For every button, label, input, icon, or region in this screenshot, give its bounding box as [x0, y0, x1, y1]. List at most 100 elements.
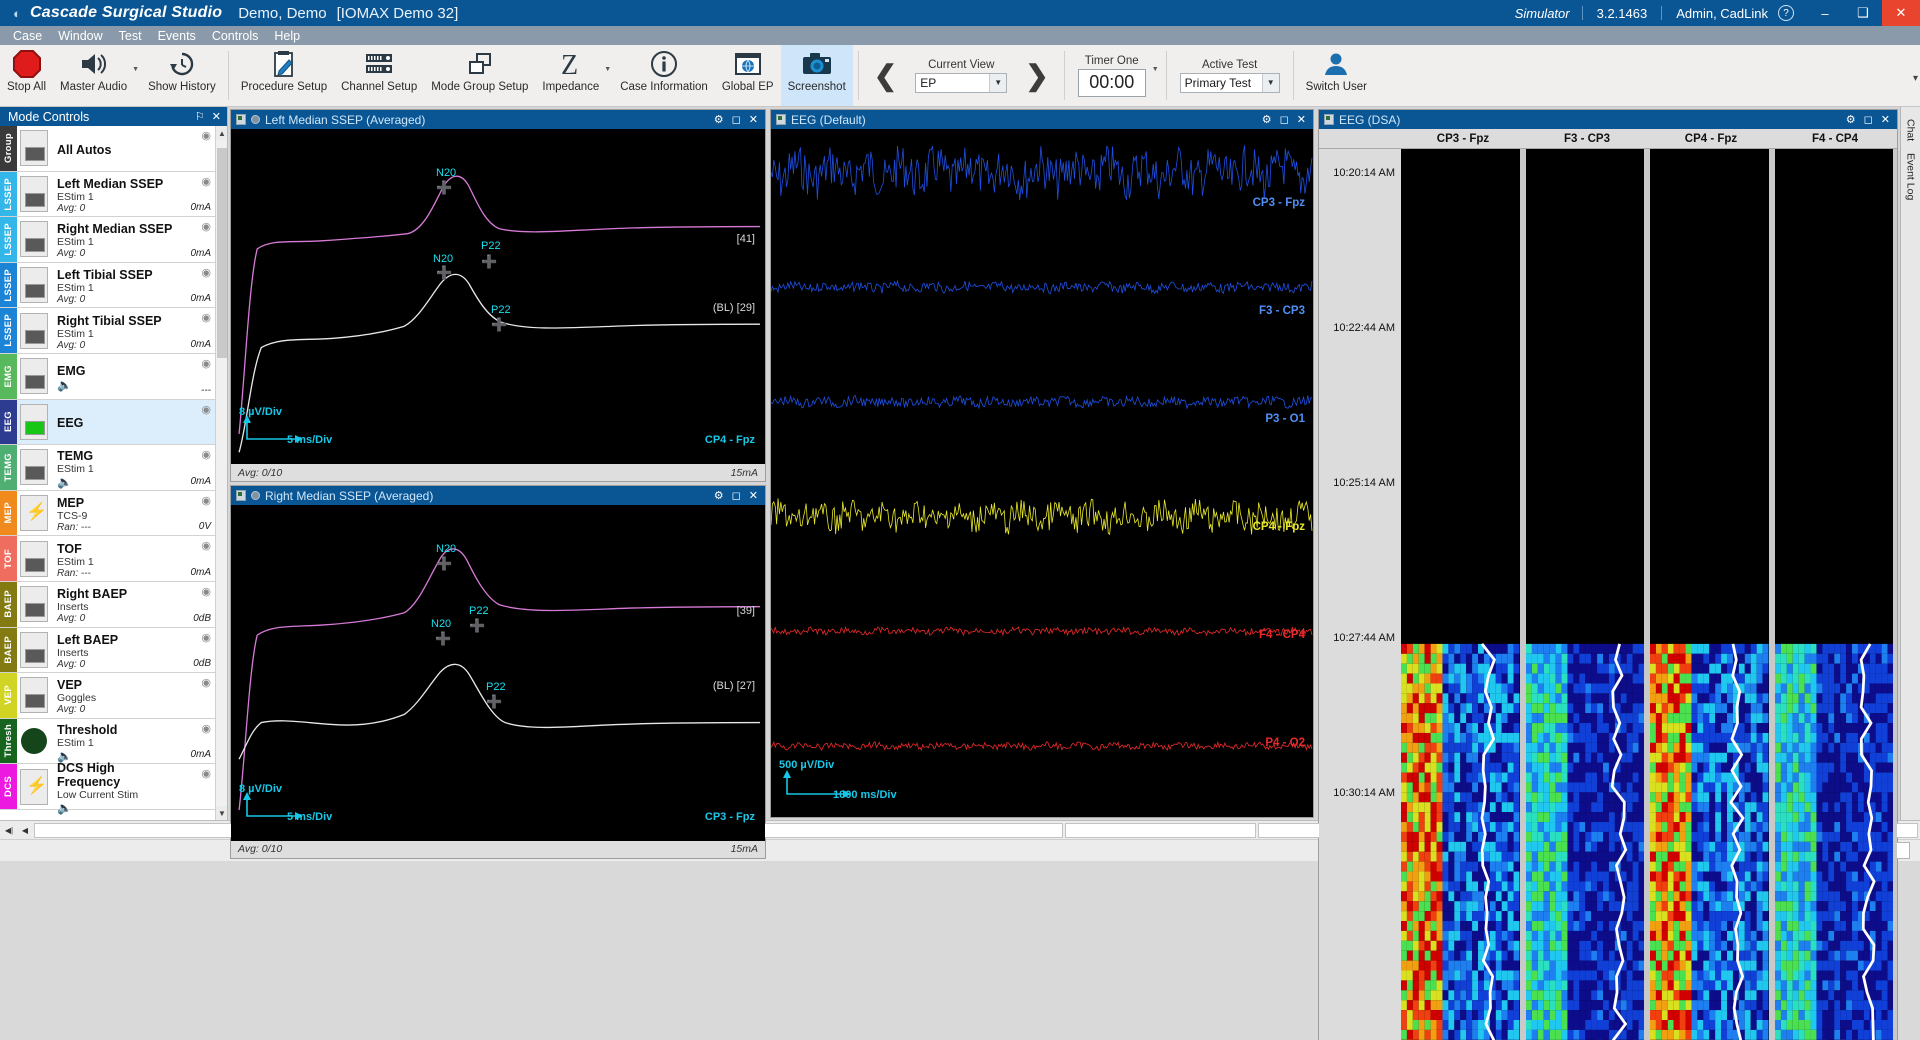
mode-indicator[interactable] [20, 313, 48, 349]
mode-indicator[interactable] [20, 221, 48, 257]
right-median-ssep-header[interactable]: Right Median SSEP (Averaged) ⚙ ◻ ✕ [231, 486, 765, 505]
eeg-header[interactable]: EEG (Default) ⚙ ◻ ✕ [771, 110, 1313, 129]
maximize-icon[interactable]: ◻ [732, 489, 741, 502]
mode-row-mep[interactable]: MEP⚡MEPTCS-9Ran: ---◉0V [0, 491, 215, 537]
timer-value[interactable]: 00:00 [1078, 69, 1146, 97]
impedance-caret-icon[interactable]: ▼ [604, 66, 611, 73]
mode-indicator-cell[interactable] [17, 719, 51, 764]
peak-marker-n20-live[interactable]: ➕ [436, 184, 452, 192]
peak-marker-p22-live[interactable]: ➕ [481, 258, 497, 266]
timeline-first-icon[interactable]: ◀| [2, 823, 16, 838]
rail-tab-chat[interactable]: Chat [1905, 119, 1917, 141]
peak-marker-p22-baseline[interactable]: ➕ [486, 698, 502, 706]
menu-window[interactable]: Window [51, 28, 109, 44]
timeline-prev-icon[interactable]: ◀ [18, 823, 32, 838]
prev-view-button[interactable]: ❮ [864, 62, 907, 90]
mode-row-tof[interactable]: TOFTOFEStim 1Ran: ---◉0mA [0, 536, 215, 582]
menu-events[interactable]: Events [151, 28, 203, 44]
screenshot-button[interactable]: Screenshot [781, 45, 853, 106]
mode-row-left-baep[interactable]: BAEPLeft BAEPInsertsAvg: 0◉0dB [0, 628, 215, 674]
mode-group-setup-button[interactable]: Mode Group Setup [424, 45, 535, 106]
scroll-down-icon[interactable]: ▼ [216, 806, 227, 820]
mode-indicator[interactable] [20, 404, 48, 440]
mode-indicator-cell[interactable] [17, 217, 51, 262]
dsa-body[interactable]: 10:20:14 AM10:22:44 AM10:25:14 AM10:27:4… [1319, 149, 1897, 1040]
active-test-select[interactable]: Primary Test ▼ [1180, 73, 1280, 93]
speaker-icon[interactable]: 🔈 [57, 378, 179, 392]
peak-marker-n20-baseline[interactable]: ➕ [436, 269, 452, 277]
mode-row-right-tibial-ssep[interactable]: LSSEPRight Tibial SSEPEStim 1Avg: 0◉0mA [0, 308, 215, 354]
eye-icon[interactable]: ◉ [201, 357, 211, 370]
mode-indicator[interactable] [20, 130, 48, 166]
left-median-ssep-plot[interactable]: N20 ➕ P22 ➕ N20 ➕ P22 ➕ [41] (BL) [29] 8… [231, 129, 765, 464]
mode-indicator[interactable] [20, 632, 48, 668]
eye-icon[interactable]: ◉ [201, 403, 211, 416]
mode-indicator-cell[interactable] [17, 445, 51, 490]
eye-icon[interactable]: ◉ [201, 311, 211, 324]
chevron-down-icon[interactable]: ▼ [989, 74, 1006, 92]
mode-row-right-baep[interactable]: BAEPRight BAEPInsertsAvg: 0◉0dB [0, 582, 215, 628]
threshold-indicator[interactable] [21, 728, 47, 754]
gear-icon[interactable]: ⚙ [1262, 113, 1272, 126]
channel-setup-button[interactable]: Channel Setup [334, 45, 424, 106]
speaker-icon[interactable]: 🔈 [57, 801, 179, 815]
gear-icon[interactable]: ⚙ [1846, 113, 1856, 126]
mode-indicator[interactable] [20, 267, 48, 303]
chevron-down-icon[interactable]: ▼ [1262, 74, 1279, 92]
mode-indicator[interactable] [20, 541, 48, 577]
eye-icon[interactable]: ◉ [201, 448, 211, 461]
peak-marker-n20-live[interactable]: ➕ [436, 560, 452, 568]
eye-icon[interactable]: ◉ [201, 631, 211, 644]
mode-indicator-cell[interactable] [17, 126, 51, 171]
restore-button[interactable]: ❑ [1844, 0, 1882, 26]
minimize-button[interactable]: – [1806, 0, 1844, 26]
mode-row-right-median-ssep[interactable]: LSSEPRight Median SSEPEStim 1Avg: 0◉0mA [0, 217, 215, 263]
timeline-segment[interactable] [1065, 823, 1256, 838]
eye-icon[interactable]: ◉ [201, 266, 211, 279]
switch-user-button[interactable]: Switch User [1299, 45, 1374, 106]
eye-icon[interactable]: ◉ [201, 539, 211, 552]
close-button[interactable]: ✕ [1882, 0, 1920, 26]
case-information-button[interactable]: Case Information [613, 45, 715, 106]
mode-indicator-cell[interactable]: ⚡ [17, 764, 51, 809]
mode-indicator[interactable] [20, 358, 48, 394]
master-audio-caret-icon[interactable]: ▼ [132, 66, 139, 73]
mode-row-emg[interactable]: EMGEMG🔈◉--- [0, 354, 215, 400]
dsa-column-f3-cp3[interactable] [1526, 149, 1645, 1040]
close-icon[interactable]: ✕ [212, 110, 221, 123]
dsa-column-cp4-fpz[interactable] [1650, 149, 1769, 1040]
close-icon[interactable]: ✕ [1297, 113, 1306, 126]
mode-row-left-tibial-ssep[interactable]: LSSEPLeft Tibial SSEPEStim 1Avg: 0◉0mA [0, 263, 215, 309]
peak-marker-n20-baseline[interactable]: ➕ [435, 635, 451, 643]
eye-icon[interactable]: ◉ [201, 676, 211, 689]
toolbar-overflow-icon[interactable]: ▾ [1913, 73, 1918, 84]
eye-icon[interactable]: ◉ [201, 175, 211, 188]
gear-icon[interactable]: ⚙ [714, 489, 724, 502]
mode-row-dcs-high-frequency[interactable]: DCS⚡DCS High FrequencyLow Current Stim🔈◉ [0, 764, 215, 810]
scrollbar-thumb[interactable] [217, 148, 227, 358]
mode-row-temg[interactable]: TEMGTEMGEStim 1🔈◉0mA [0, 445, 215, 491]
mode-row-vep[interactable]: VEPVEPGogglesAvg: 0◉ [0, 673, 215, 719]
mode-indicator[interactable] [20, 449, 48, 485]
current-view-select[interactable]: EP ▼ [915, 73, 1007, 93]
mode-indicator-cell[interactable] [17, 536, 51, 581]
close-icon[interactable]: ✕ [749, 489, 758, 502]
peak-marker-p22-baseline[interactable]: ➕ [491, 321, 507, 329]
stim-indicator[interactable]: ⚡ [20, 769, 48, 805]
mode-indicator[interactable] [20, 176, 48, 212]
maximize-icon[interactable]: ◻ [1280, 113, 1289, 126]
right-median-ssep-plot[interactable]: N20 ➕ P22 ➕ N20 ➕ P22 ➕ [39] (BL) [27] 8… [231, 505, 765, 840]
mode-indicator-cell[interactable] [17, 673, 51, 718]
left-median-ssep-header[interactable]: Left Median SSEP (Averaged) ⚙ ◻ ✕ [231, 110, 765, 129]
procedure-setup-button[interactable]: Procedure Setup [234, 45, 334, 106]
maximize-icon[interactable]: ◻ [1864, 113, 1873, 126]
mode-indicator-cell[interactable] [17, 582, 51, 627]
gear-icon[interactable]: ⚙ [714, 113, 724, 126]
master-audio-button[interactable]: Master Audio [53, 45, 134, 106]
mode-row-all-autos[interactable]: GroupAll Autos◉ [0, 126, 215, 172]
menu-help[interactable]: Help [267, 28, 307, 44]
dsa-column-f4-cp4[interactable] [1775, 149, 1894, 1040]
mode-indicator-cell[interactable] [17, 354, 51, 399]
mode-indicator-cell[interactable] [17, 400, 51, 445]
menu-test[interactable]: Test [112, 28, 149, 44]
